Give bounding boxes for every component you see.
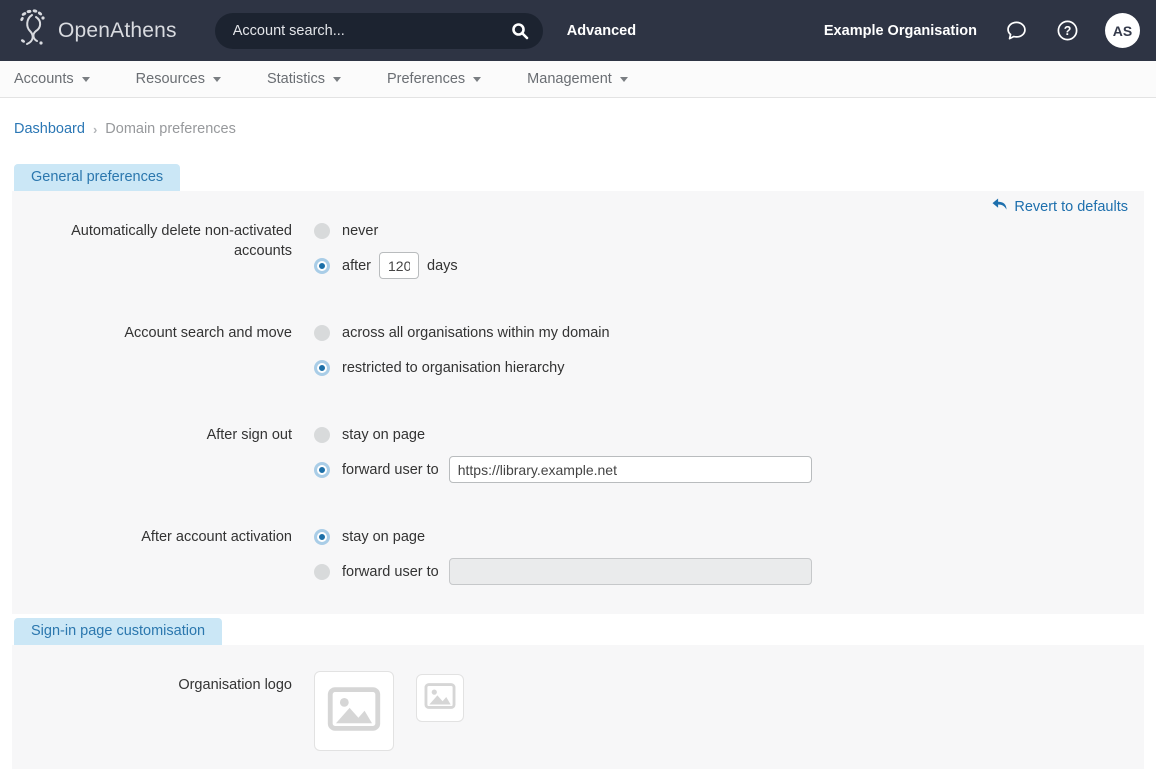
nav-item-accounts[interactable]: Accounts xyxy=(14,71,90,87)
chevron-down-icon xyxy=(473,77,481,82)
revert-to-defaults-link[interactable]: Revert to defaults xyxy=(992,198,1128,216)
search-input[interactable] xyxy=(233,23,511,39)
activation-option-stay[interactable]: stay on page xyxy=(314,523,812,550)
main-nav: Accounts Resources Statistics Preference… xyxy=(0,61,1156,98)
help-icon[interactable]: ? xyxy=(1056,19,1079,42)
radio-across-all-organisations[interactable] xyxy=(314,325,330,341)
organisation-logo-row: Organisation logo xyxy=(12,671,1144,751)
radio-signout-stay[interactable] xyxy=(314,427,330,443)
nav-item-resources[interactable]: Resources xyxy=(136,71,221,87)
organisation-logo-large-upload[interactable] xyxy=(314,671,394,751)
sign-out-option-forward[interactable]: forward user to xyxy=(314,456,812,483)
chevron-down-icon xyxy=(82,77,90,82)
auto-delete-label: Automatically delete non-activated accou… xyxy=(12,217,292,279)
signin-customisation-panel: Sign-in page customisation Organisation … xyxy=(12,618,1144,769)
search-move-option-all[interactable]: across all organisations within my domai… xyxy=(314,319,610,346)
advanced-search-link[interactable]: Advanced xyxy=(567,23,636,39)
after-activation-row: After account activation stay on page fo… xyxy=(12,523,1144,585)
brand-name: OpenAthens xyxy=(58,19,177,43)
radio-activation-stay[interactable] xyxy=(317,532,327,542)
breadcrumb: Dashboard › Domain preferences xyxy=(0,98,1156,164)
chat-icon[interactable] xyxy=(1005,19,1028,42)
breadcrumb-current: Domain preferences xyxy=(105,121,236,137)
tab-general-preferences[interactable]: General preferences xyxy=(14,164,180,191)
radio-signout-forward[interactable] xyxy=(317,465,327,475)
tab-signin-customisation[interactable]: Sign-in page customisation xyxy=(14,618,222,645)
general-preferences-panel: General preferences Revert to defaults A… xyxy=(12,164,1144,614)
sign-out-option-stay[interactable]: stay on page xyxy=(314,421,812,448)
openathens-logo-icon xyxy=(16,8,50,53)
after-sign-out-label: After sign out xyxy=(12,421,292,483)
auto-delete-option-never[interactable]: never xyxy=(314,217,458,244)
organisation-logo-label: Organisation logo xyxy=(12,671,292,751)
activation-forward-url-input xyxy=(449,558,812,585)
organisation-logo-small-upload[interactable] xyxy=(416,674,464,722)
app-header: OpenAthens Advanced Example Organisation… xyxy=(0,0,1156,61)
svg-text:?: ? xyxy=(1064,24,1072,38)
search-move-row: Account search and move across all organ… xyxy=(12,319,1144,381)
days-input[interactable] xyxy=(379,252,419,279)
search-icon[interactable] xyxy=(511,22,529,40)
chevron-down-icon xyxy=(620,77,628,82)
breadcrumb-dashboard-link[interactable]: Dashboard xyxy=(14,121,85,137)
radio-never[interactable] xyxy=(314,223,330,239)
auto-delete-row: Automatically delete non-activated accou… xyxy=(12,217,1144,279)
avatar[interactable]: AS xyxy=(1105,13,1140,48)
nav-item-statistics[interactable]: Statistics xyxy=(267,71,341,87)
after-activation-label: After account activation xyxy=(12,523,292,585)
organisation-name: Example Organisation xyxy=(824,23,977,39)
radio-restricted-hierarchy[interactable] xyxy=(317,363,327,373)
undo-arrow-icon xyxy=(992,198,1007,216)
auto-delete-option-after[interactable]: after days xyxy=(314,252,458,279)
activation-option-forward[interactable]: forward user to xyxy=(314,558,812,585)
openathens-brand[interactable]: OpenAthens xyxy=(16,8,177,53)
image-placeholder-icon xyxy=(327,687,381,736)
after-sign-out-row: After sign out stay on page forward user… xyxy=(12,421,1144,483)
search-move-option-restricted[interactable]: restricted to organisation hierarchy xyxy=(314,354,610,381)
nav-item-management[interactable]: Management xyxy=(527,71,628,87)
image-placeholder-icon xyxy=(424,683,456,714)
search-move-label: Account search and move xyxy=(12,319,292,381)
account-search xyxy=(215,13,543,49)
signout-forward-url-input[interactable] xyxy=(449,456,812,483)
breadcrumb-separator: › xyxy=(93,122,97,137)
nav-item-preferences[interactable]: Preferences xyxy=(387,71,481,87)
chevron-down-icon xyxy=(333,77,341,82)
radio-after-days[interactable] xyxy=(317,261,327,271)
radio-activation-forward[interactable] xyxy=(314,564,330,580)
chevron-down-icon xyxy=(213,77,221,82)
